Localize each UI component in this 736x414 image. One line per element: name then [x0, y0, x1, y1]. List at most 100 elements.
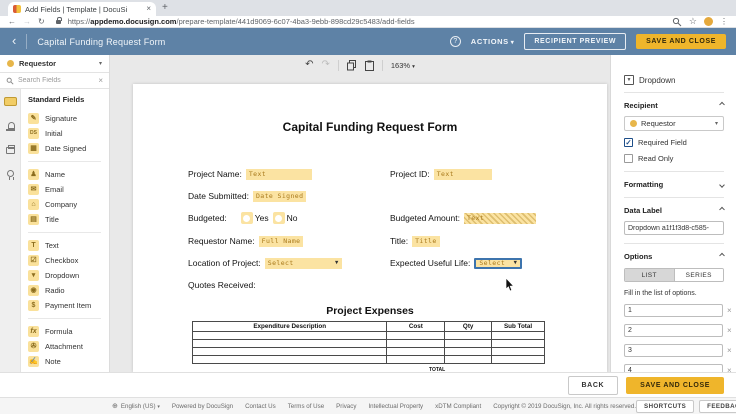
project-id-field[interactable]: Text: [434, 169, 492, 180]
panel-divider: [624, 171, 724, 172]
budgeted-yes-radio[interactable]: [241, 212, 253, 224]
remove-option-icon[interactable]: ×: [727, 346, 732, 355]
chevron-up-icon: [719, 206, 725, 212]
remove-option-icon[interactable]: ×: [727, 306, 732, 315]
footer-link-contact-us[interactable]: Contact Us: [245, 403, 276, 410]
copy-icon[interactable]: [347, 60, 357, 71]
footer-link-ip[interactable]: Intellectual Property: [368, 403, 423, 410]
read-only-row[interactable]: Read Only: [624, 154, 724, 163]
undo-icon[interactable]: ↶: [305, 60, 313, 70]
footer-link-privacy[interactable]: Privacy: [336, 403, 356, 410]
footer-link-xdtm[interactable]: xDTM Compliant: [435, 403, 481, 410]
tab-series[interactable]: SERIES: [674, 269, 724, 281]
tab-close-icon[interactable]: ×: [146, 5, 151, 13]
budgeted-no-radio[interactable]: [273, 212, 285, 224]
location-dropdown-field[interactable]: Select▼: [265, 258, 342, 269]
language-selector[interactable]: English (US) ▾: [121, 403, 160, 410]
data-label-input[interactable]: [624, 221, 724, 235]
footer-link-terms[interactable]: Terms of Use: [288, 403, 324, 410]
useful-life-dropdown-field-selected[interactable]: Select▼: [474, 258, 522, 269]
calendar-icon: ▦: [28, 143, 39, 154]
recipient-selector[interactable]: Requestor ▾: [0, 55, 109, 73]
group-divider: [28, 318, 101, 319]
footer-link-powered-by[interactable]: Powered by DocuSign: [172, 403, 233, 410]
seals-tab-icon[interactable]: [7, 170, 14, 177]
tab-list[interactable]: LIST: [625, 269, 674, 281]
field-item-formula[interactable]: fxFormula: [28, 324, 109, 339]
options-section-header[interactable]: Options: [624, 252, 724, 261]
chevron-down-icon: ▼: [335, 260, 339, 266]
envelope-icon: ✉: [28, 184, 39, 195]
tab-title: Add Fields | Template | DocuSi: [25, 5, 142, 14]
option-input-1[interactable]: [624, 304, 723, 317]
paste-icon[interactable]: [365, 60, 374, 71]
recipient-section-header[interactable]: Recipient: [624, 101, 724, 110]
zoom-lens-icon[interactable]: [672, 17, 682, 27]
url-field[interactable]: https://appdemo.docusign.com/prepare-tem…: [68, 17, 665, 26]
required-field-row[interactable]: ✓ Required Field: [624, 138, 724, 147]
field-item-note[interactable]: ✍Note: [28, 354, 109, 369]
title-field[interactable]: Title: [412, 236, 440, 247]
formula-icon: fx: [28, 326, 39, 337]
redo-icon[interactable]: ↷: [321, 60, 329, 70]
remove-option-icon[interactable]: ×: [727, 326, 732, 335]
date-signed-field[interactable]: Date Signed: [253, 191, 306, 202]
standard-fields-tab-icon[interactable]: [4, 97, 17, 106]
yes-label: Yes: [255, 213, 269, 223]
option-input-2[interactable]: [624, 324, 723, 337]
save-and-close-button[interactable]: SAVE AND CLOSE: [636, 34, 726, 49]
field-item-title[interactable]: ▤Title: [28, 212, 109, 227]
help-icon[interactable]: ?: [450, 36, 461, 47]
browser-avatar[interactable]: [704, 17, 713, 26]
field-item-date-signed[interactable]: ▦Date Signed: [28, 141, 109, 156]
zoom-level[interactable]: 163% ▾: [391, 61, 415, 70]
recipient-preview-button[interactable]: RECIPIENT PREVIEW: [524, 33, 626, 50]
field-item-dropdown[interactable]: ▾Dropdown: [28, 268, 109, 283]
browser-refresh-icon[interactable]: ↻: [38, 18, 45, 26]
clear-search-icon[interactable]: ×: [98, 76, 103, 85]
table-row: [193, 340, 545, 348]
budgeted-amount-field[interactable]: Text: [464, 213, 536, 224]
browser-tab[interactable]: Add Fields | Template | DocuSi ×: [8, 2, 156, 16]
header-back-icon[interactable]: ‹: [0, 33, 26, 50]
new-tab-button[interactable]: +: [162, 2, 168, 13]
field-item-initial[interactable]: DSInitial: [28, 126, 109, 141]
document-title: Capital Funding Request Form: [133, 120, 607, 134]
field-item-payment[interactable]: $Payment Item: [28, 298, 109, 313]
project-name-field[interactable]: Text: [246, 169, 312, 180]
formatting-section-header[interactable]: Formatting: [624, 180, 724, 189]
browser-back-icon[interactable]: ←: [8, 18, 16, 26]
initial-icon: DS: [28, 128, 39, 139]
shortcuts-button[interactable]: SHORTCUTS: [636, 400, 694, 413]
bookmark-star-icon[interactable]: ☆: [689, 17, 697, 26]
save-and-close-button-bottom[interactable]: SAVE AND CLOSE: [626, 377, 724, 394]
actions-menu[interactable]: ACTIONS▾: [471, 37, 515, 46]
col-qty: Qty: [445, 322, 492, 332]
field-item-company[interactable]: ⌂Company: [28, 197, 109, 212]
merge-fields-tab-icon[interactable]: [6, 147, 15, 154]
search-fields-input[interactable]: [18, 77, 94, 84]
field-item-attachment[interactable]: ✇Attachment: [28, 339, 109, 354]
feedback-button[interactable]: FEEDBACK: [699, 400, 736, 413]
field-item-radio[interactable]: ◉Radio: [28, 283, 109, 298]
required-field-checkbox[interactable]: ✓: [624, 138, 633, 147]
field-item-checkbox[interactable]: ☑Checkbox: [28, 253, 109, 268]
full-name-field[interactable]: Full Name: [259, 236, 304, 247]
chevron-up-icon: [719, 252, 725, 258]
location-label: Location of Project:: [188, 258, 261, 268]
field-item-email[interactable]: ✉Email: [28, 182, 109, 197]
browser-menu-icon[interactable]: ⋮: [720, 18, 728, 26]
read-only-checkbox[interactable]: [624, 154, 633, 163]
field-item-signature[interactable]: ✎Signature: [28, 111, 109, 126]
data-label-section-header[interactable]: Data Label: [624, 206, 724, 215]
panel-recipient-select[interactable]: Requestor ▾: [624, 116, 724, 131]
field-item-text[interactable]: TText: [28, 238, 109, 253]
https-lock-icon: [56, 20, 61, 24]
note-icon: ✍: [28, 356, 39, 367]
group-divider: [28, 161, 101, 162]
back-button[interactable]: BACK: [568, 376, 619, 395]
stamps-tab-icon[interactable]: [6, 122, 15, 131]
browser-forward-icon[interactable]: →: [23, 18, 31, 26]
option-input-3[interactable]: [624, 344, 723, 357]
field-item-name[interactable]: ♟Name: [28, 167, 109, 182]
